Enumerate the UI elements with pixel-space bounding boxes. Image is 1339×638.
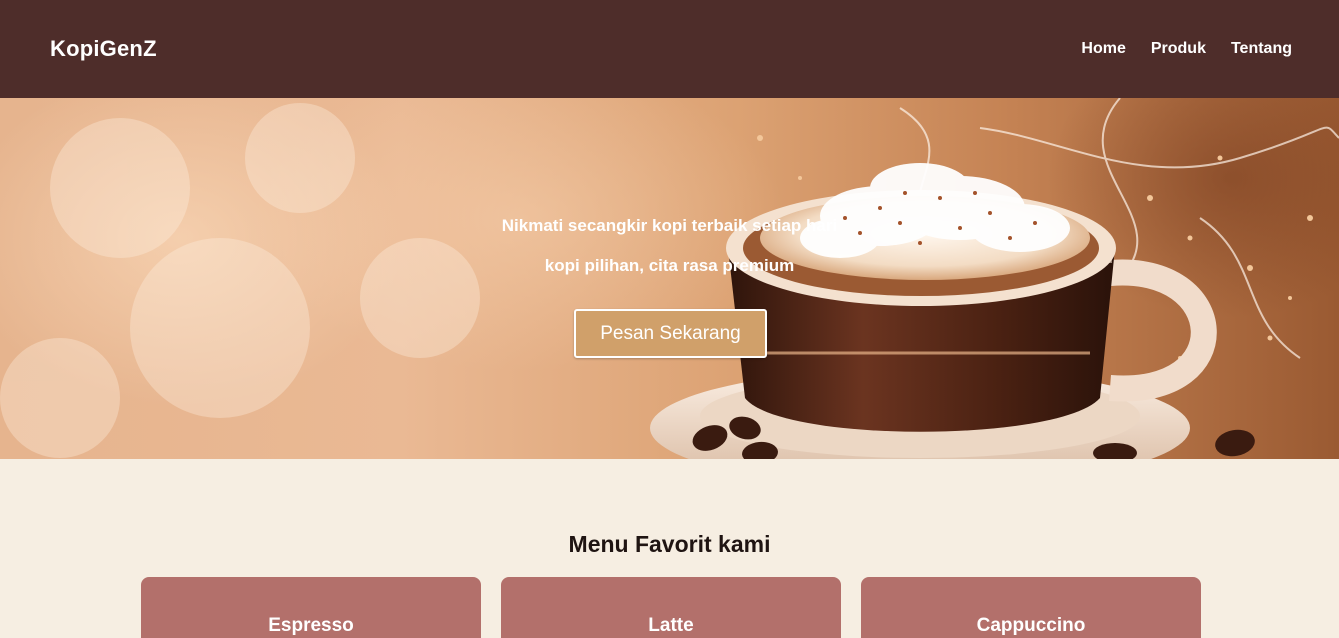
- order-now-button[interactable]: Pesan Sekarang: [574, 309, 767, 358]
- menu-card-espresso[interactable]: Espresso: [141, 577, 481, 638]
- brand-logo[interactable]: KopiGenZ: [50, 36, 157, 62]
- menu-section: Menu Favorit kami Espresso Latte Cappucc…: [0, 459, 1339, 638]
- menu-card-cappuccino[interactable]: Cappuccino: [861, 577, 1201, 638]
- hero-banner: Nikmati secangkir kopi terbaik setiap ha…: [0, 98, 1339, 459]
- nav-link-home[interactable]: Home: [1081, 40, 1125, 58]
- nav-links: Home Produk Tentang: [1081, 40, 1292, 58]
- hero-subtagline: kopi pilihan, cita rasa premium: [544, 256, 795, 275]
- navbar: KopiGenZ Home Produk Tentang: [0, 0, 1339, 98]
- menu-card-title: Espresso: [268, 615, 354, 636]
- nav-link-tentang[interactable]: Tentang: [1231, 40, 1292, 58]
- hero-tagline: Nikmati secangkir kopi terbaik setiap ha…: [501, 216, 838, 235]
- menu-card-latte[interactable]: Latte: [501, 577, 841, 638]
- menu-title: Menu Favorit kami: [568, 531, 771, 557]
- nav-link-produk[interactable]: Produk: [1151, 40, 1206, 58]
- menu-card-title: Cappuccino: [976, 615, 1086, 636]
- hero-content: Nikmati secangkir kopi terbaik setiap ha…: [0, 98, 1339, 459]
- menu-card-title: Latte: [648, 615, 694, 636]
